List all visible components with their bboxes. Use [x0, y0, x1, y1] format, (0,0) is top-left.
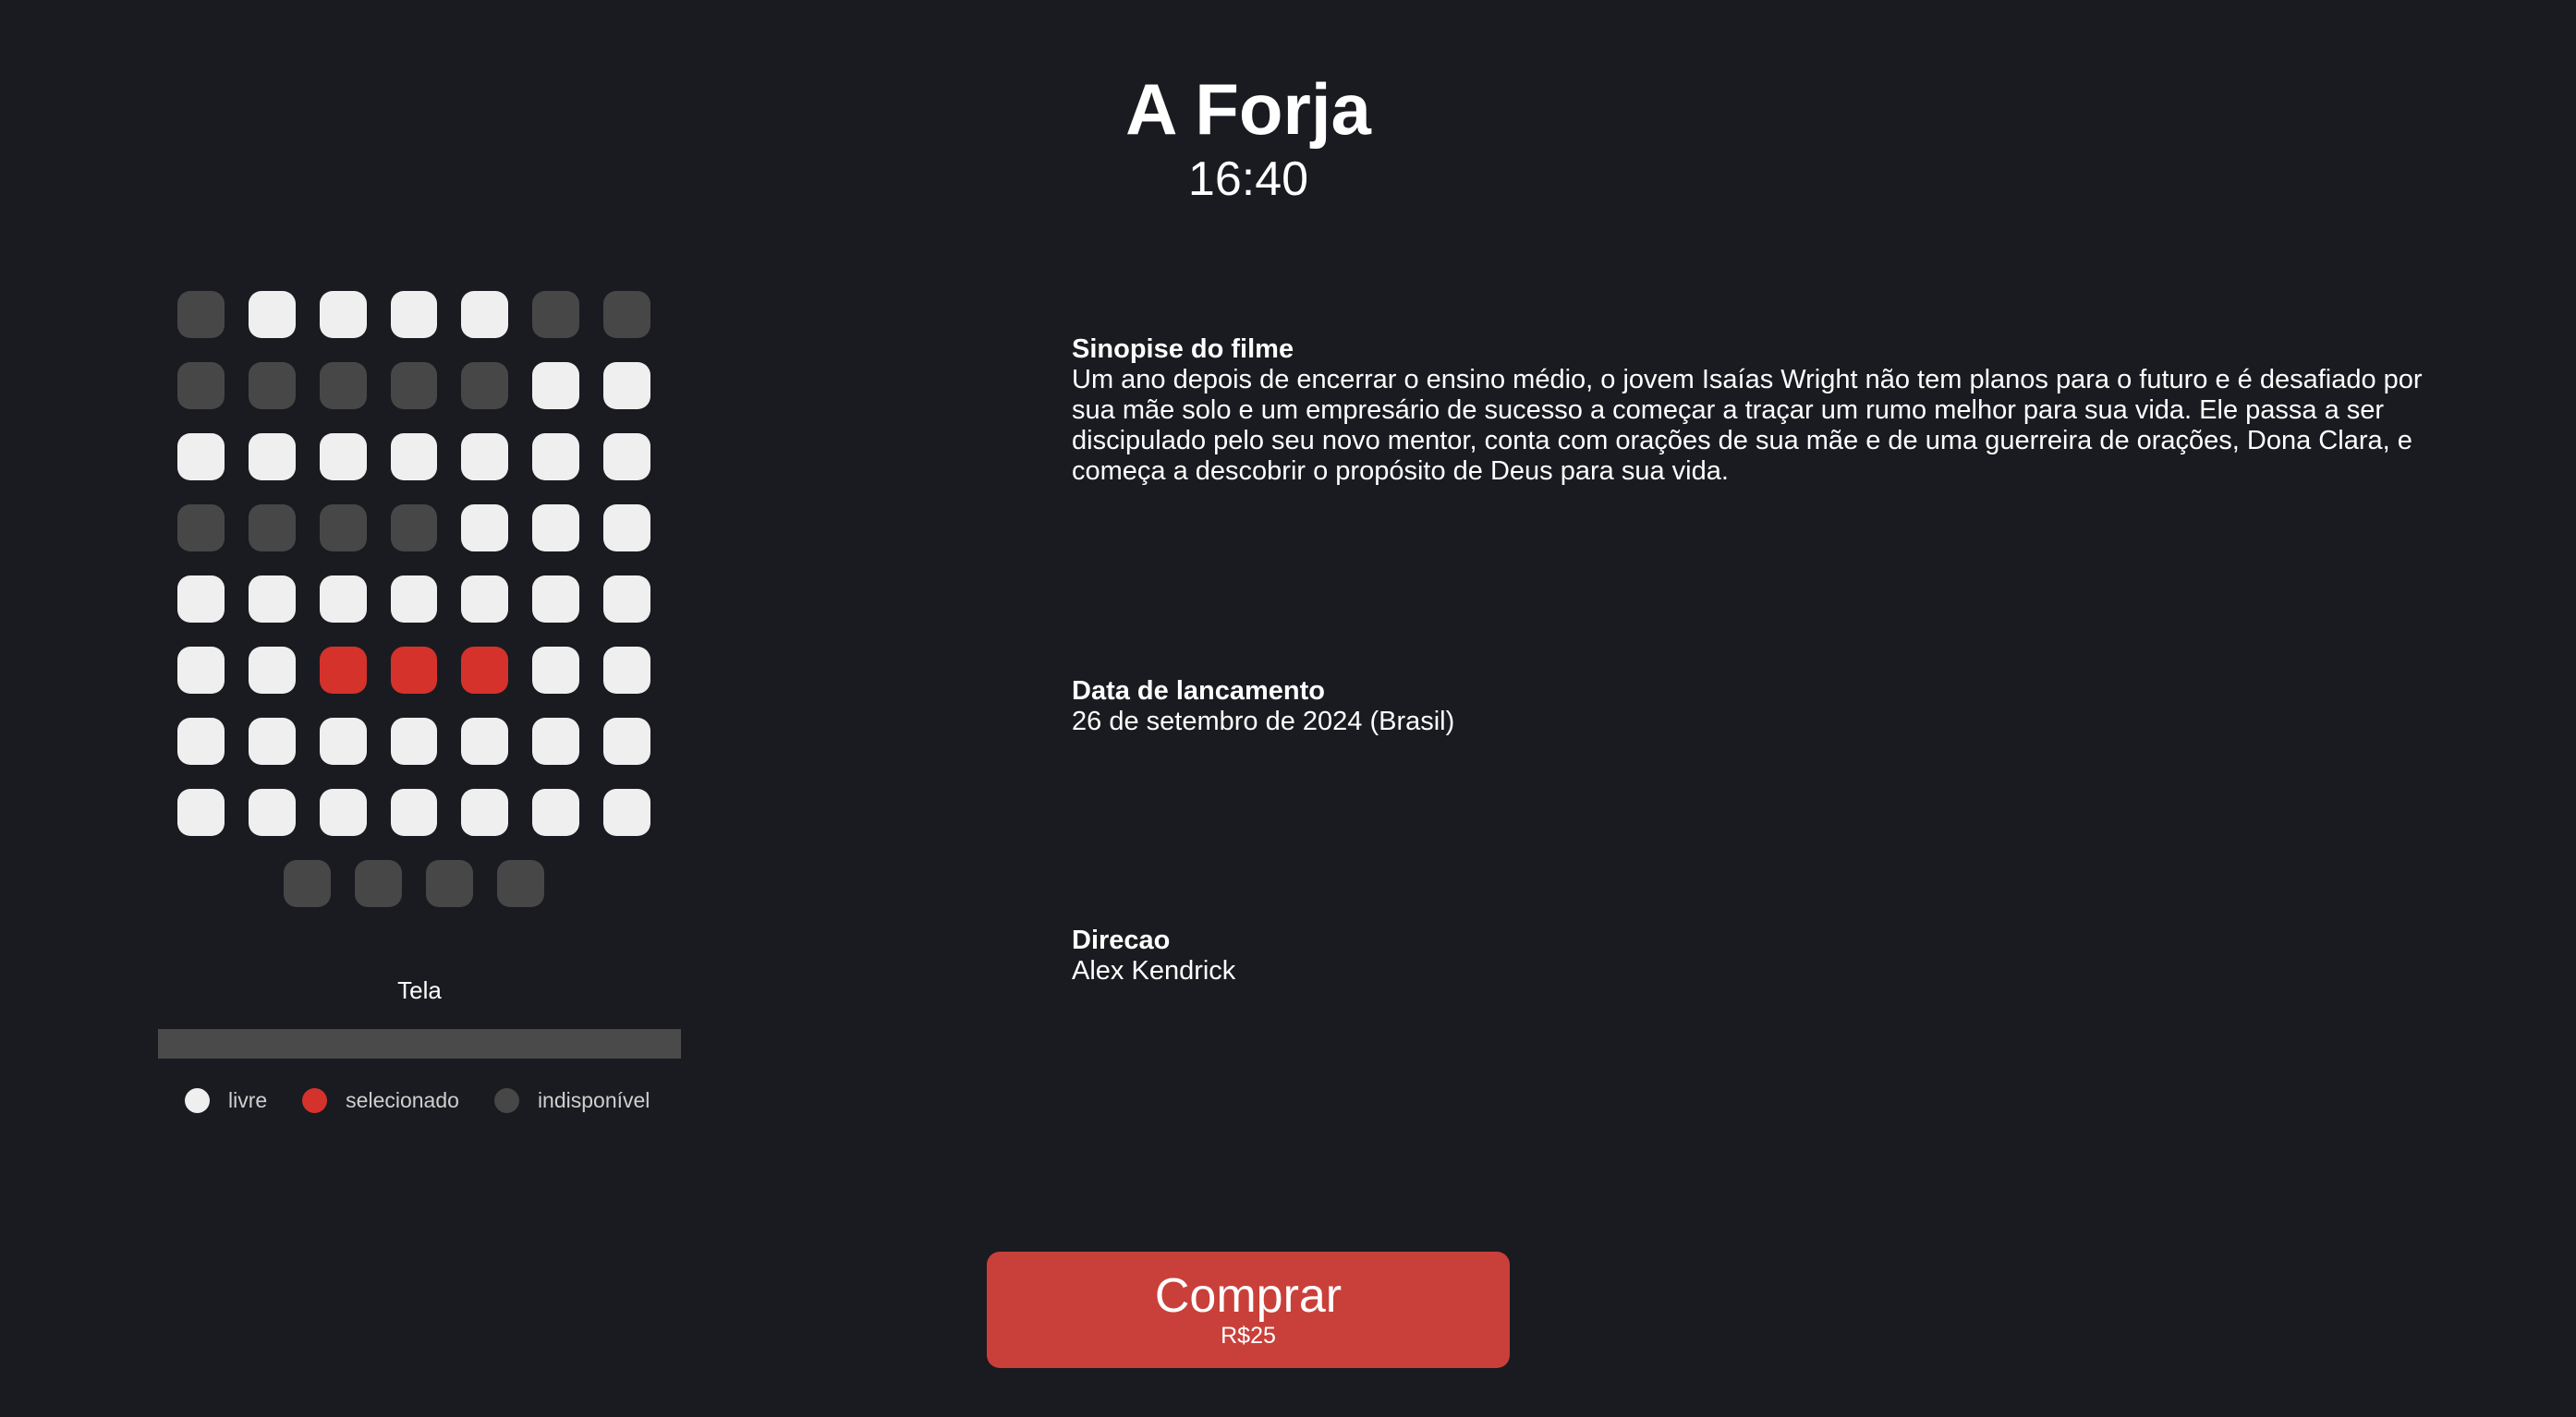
seat-free[interactable]: [532, 362, 580, 409]
seat-free[interactable]: [319, 575, 367, 623]
seat-free[interactable]: [390, 789, 438, 836]
release-label: Data de lancamento: [1072, 676, 1325, 706]
seat-free[interactable]: [603, 718, 651, 765]
page: A Forja 16:40 Tela livre selecionado ind…: [0, 0, 2576, 1417]
seat-free[interactable]: [248, 647, 296, 694]
legend-label-unavailable: indisponível: [537, 1088, 650, 1112]
seat-row: [177, 291, 651, 338]
direction-label: Direcao: [1072, 926, 1171, 955]
seat-free[interactable]: [532, 433, 580, 480]
seat-free[interactable]: [461, 718, 509, 765]
seat-unavailable: [177, 291, 225, 338]
direction-section: Direcao Alex Kendrick: [1072, 926, 2439, 987]
seat-selected[interactable]: [319, 647, 367, 694]
seat-unavailable: [177, 504, 225, 551]
seat-row: [177, 504, 651, 551]
selected-dot-icon: [302, 1088, 328, 1113]
seat-row: [177, 860, 650, 907]
movie-title: A Forja: [1125, 68, 1371, 150]
seat-free[interactable]: [390, 291, 438, 338]
seat-row: [177, 433, 651, 480]
seat-free[interactable]: [603, 647, 651, 694]
director-name: Alex Kendrick: [1072, 956, 1236, 986]
seat-free[interactable]: [390, 718, 438, 765]
seat-unavailable: [319, 504, 367, 551]
buy-price: R$25: [1221, 1323, 1276, 1349]
seat-free[interactable]: [532, 718, 580, 765]
seat-unavailable: [355, 860, 402, 907]
legend-item-unavailable: indisponível: [493, 1088, 650, 1113]
unavailable-dot-icon: [493, 1088, 519, 1113]
seat-free[interactable]: [390, 575, 438, 623]
seat-unavailable: [390, 504, 438, 551]
seat-free[interactable]: [603, 433, 651, 480]
seat-free[interactable]: [248, 718, 296, 765]
seat-unavailable: [461, 362, 509, 409]
seat-free[interactable]: [177, 575, 225, 623]
seat-unavailable: [248, 504, 296, 551]
seat-free[interactable]: [390, 433, 438, 480]
seat-row: [177, 718, 651, 765]
seat-unavailable: [248, 362, 296, 409]
seat-legend: livre selecionado indisponível: [185, 1088, 685, 1113]
seat-row: [177, 647, 651, 694]
seat-free[interactable]: [248, 291, 296, 338]
seat-row: [177, 362, 651, 409]
seat-unavailable: [390, 362, 438, 409]
seat-free[interactable]: [177, 647, 225, 694]
synopsis-text: Um ano depois de encerrar o ensino médio…: [1072, 365, 2423, 486]
seat-free[interactable]: [319, 433, 367, 480]
seat-free[interactable]: [603, 575, 651, 623]
seat-free[interactable]: [603, 789, 651, 836]
legend-label-free: livre: [228, 1088, 268, 1112]
movie-header: A Forja 16:40: [0, 67, 2497, 207]
seat-free[interactable]: [248, 789, 296, 836]
seat-free[interactable]: [248, 433, 296, 480]
seat-unavailable: [284, 860, 331, 907]
seat-unavailable: [177, 362, 225, 409]
seat-free[interactable]: [461, 504, 509, 551]
seat-selected[interactable]: [461, 647, 509, 694]
seat-free[interactable]: [461, 789, 509, 836]
free-dot-icon: [185, 1088, 210, 1113]
screen-bar: [158, 1029, 681, 1059]
seat-free[interactable]: [319, 291, 367, 338]
buy-button[interactable]: Comprar R$25: [987, 1252, 1510, 1368]
seat-unavailable: [497, 860, 544, 907]
synopsis-label: Sinopise do filme: [1072, 334, 1294, 364]
seat-free[interactable]: [603, 504, 651, 551]
seat-free[interactable]: [319, 789, 367, 836]
seat-row: [177, 575, 651, 623]
seat-unavailable: [603, 291, 651, 338]
seat-unavailable: [426, 860, 473, 907]
seat-map: [177, 291, 651, 931]
seat-free[interactable]: [248, 575, 296, 623]
seat-free[interactable]: [461, 291, 509, 338]
buy-button-label: Comprar: [1154, 1269, 1343, 1323]
seat-free[interactable]: [461, 433, 509, 480]
seat-free[interactable]: [603, 362, 651, 409]
synopsis-section: Sinopise do filme Um ano depois de encer…: [1072, 334, 2439, 487]
release-section: Data de lancamento 26 de setembro de 202…: [1072, 676, 2439, 737]
session-time: 16:40: [1187, 152, 1309, 206]
legend-label-selected: selecionado: [346, 1088, 459, 1112]
seat-free[interactable]: [177, 789, 225, 836]
seat-free[interactable]: [532, 789, 580, 836]
seat-unavailable: [319, 362, 367, 409]
seat-free[interactable]: [532, 647, 580, 694]
seat-unavailable: [532, 291, 580, 338]
seat-selected[interactable]: [390, 647, 438, 694]
screen-label: Tela: [397, 976, 442, 1004]
seat-row: [177, 789, 651, 836]
seat-free[interactable]: [461, 575, 509, 623]
seat-free[interactable]: [177, 433, 225, 480]
release-date: 26 de setembro de 2024 (Brasil): [1072, 707, 1455, 736]
seat-free[interactable]: [532, 575, 580, 623]
legend-item-selected: selecionado: [302, 1088, 459, 1113]
legend-item-free: livre: [185, 1088, 267, 1113]
seat-free[interactable]: [532, 504, 580, 551]
seat-free[interactable]: [319, 718, 367, 765]
seat-free[interactable]: [177, 718, 225, 765]
